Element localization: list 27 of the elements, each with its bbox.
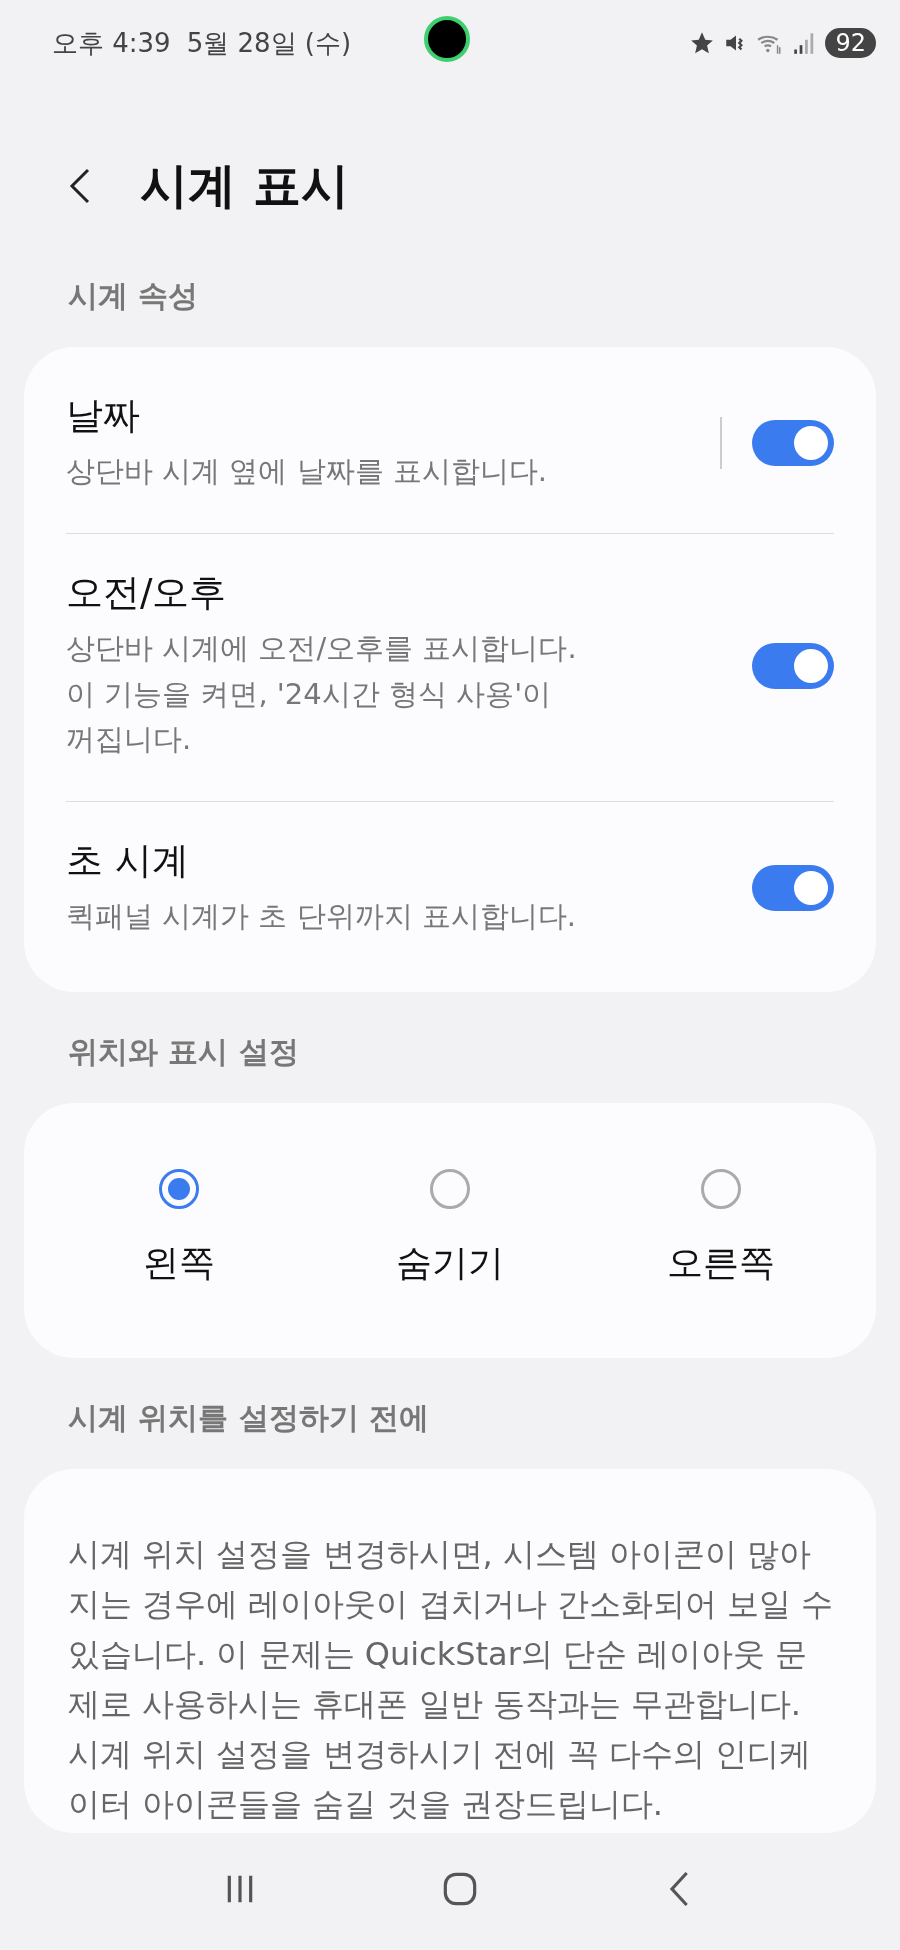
toggle-switch[interactable] — [752, 865, 834, 912]
battery-level: 92 — [825, 28, 876, 58]
radio-label: 오른쪽 — [666, 1241, 775, 1286]
toggle-switch[interactable] — [752, 419, 834, 466]
status-time: 오후 4:39 — [52, 26, 171, 60]
toggle-switch[interactable] — [752, 642, 834, 689]
radio-button[interactable] — [159, 1169, 200, 1210]
radio-label: 숨기기 — [396, 1241, 504, 1286]
radio-button[interactable] — [430, 1169, 470, 1210]
radio-button[interactable] — [700, 1169, 741, 1210]
setting-title: 날짜 — [66, 393, 141, 439]
setting-description: 퀵패널 시계가 초 단위까지 표시합니다. — [66, 898, 578, 936]
setting-title: 초 시계 — [66, 838, 190, 885]
setting-description: 상단바 시계 옆에 날짜를 표시합니다. — [66, 453, 549, 490]
camera-ring-icon — [424, 16, 470, 62]
section-label: 위치와 표시 설정 — [67, 1033, 300, 1072]
note-paragraph: 시계 위치 설정을 변경하시기 전에 꼭 다수의 인디케이터 아이콘들을 숨길 것을 권장드립니다. — [68, 1734, 813, 1826]
setting-title: 오전/오후 — [66, 569, 228, 616]
setting-description: 상단바 시계에 오전/오후를 표시합니다. 이 기능을 켜면, '24시간 형식 사용'이 꺼집니다. — [66, 629, 578, 759]
section-label: 시계 속성 — [67, 277, 200, 315]
note-paragraph: 시계 위치 설정을 변경하시면, 시스템 아이콘이 많아지는 경우에 레이아웃이 겹치거나 간소화되어 보일 수 있습니다. 이 문제는 QuickStar의 단순 레이아웃 문제로 사용하시는 휴대폰 일반 동작과는 무관합니다. — [68, 1534, 835, 1726]
status-date: 5월 28일 (수) — [186, 26, 352, 60]
back-icon[interactable] — [68, 166, 92, 206]
star-icon — [689, 30, 716, 56]
radio-label: 왼쪽 — [143, 1241, 216, 1286]
page-title: 시계 표시 — [140, 156, 349, 215]
section-label: 시계 위치를 설정하기 전에 — [67, 1399, 431, 1438]
